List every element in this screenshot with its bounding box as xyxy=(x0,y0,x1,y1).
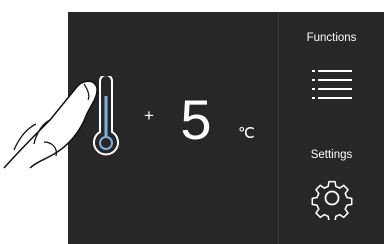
functions-button[interactable]: Functions xyxy=(279,12,384,112)
temperature-sign: + xyxy=(144,106,154,125)
temperature-unit: ℃ xyxy=(238,125,255,142)
settings-button[interactable]: Settings xyxy=(279,136,384,244)
gear-icon xyxy=(311,180,353,220)
settings-label: Settings xyxy=(310,149,353,161)
temperature-value: 5 xyxy=(180,88,212,151)
functions-label: Functions xyxy=(306,32,357,44)
menu-list-icon xyxy=(312,70,352,99)
thermometer-icon xyxy=(93,76,119,156)
